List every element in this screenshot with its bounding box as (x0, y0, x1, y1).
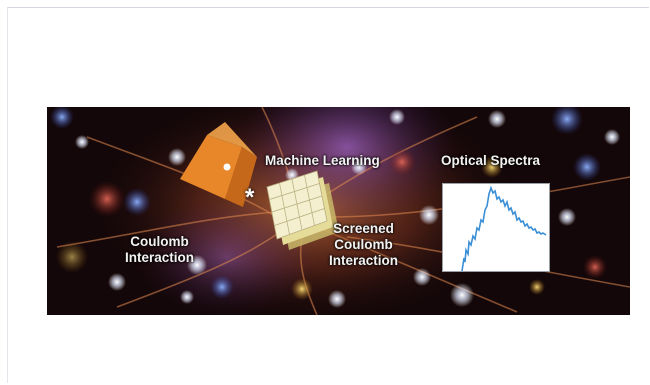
graphical-abstract-figure: * Machine Learning Optical Spectra Coulo… (47, 107, 630, 315)
convolution-operator: * (245, 184, 255, 211)
spectrum-plot-icon (442, 183, 550, 272)
screened-coulomb-interaction-label: Screened Coulomb Interaction (329, 221, 399, 268)
coulomb-interaction-label: Coulomb Interaction (125, 234, 195, 265)
machine-learning-label: Machine Learning (265, 153, 380, 168)
optical-spectra-label: Optical Spectra (441, 153, 541, 168)
